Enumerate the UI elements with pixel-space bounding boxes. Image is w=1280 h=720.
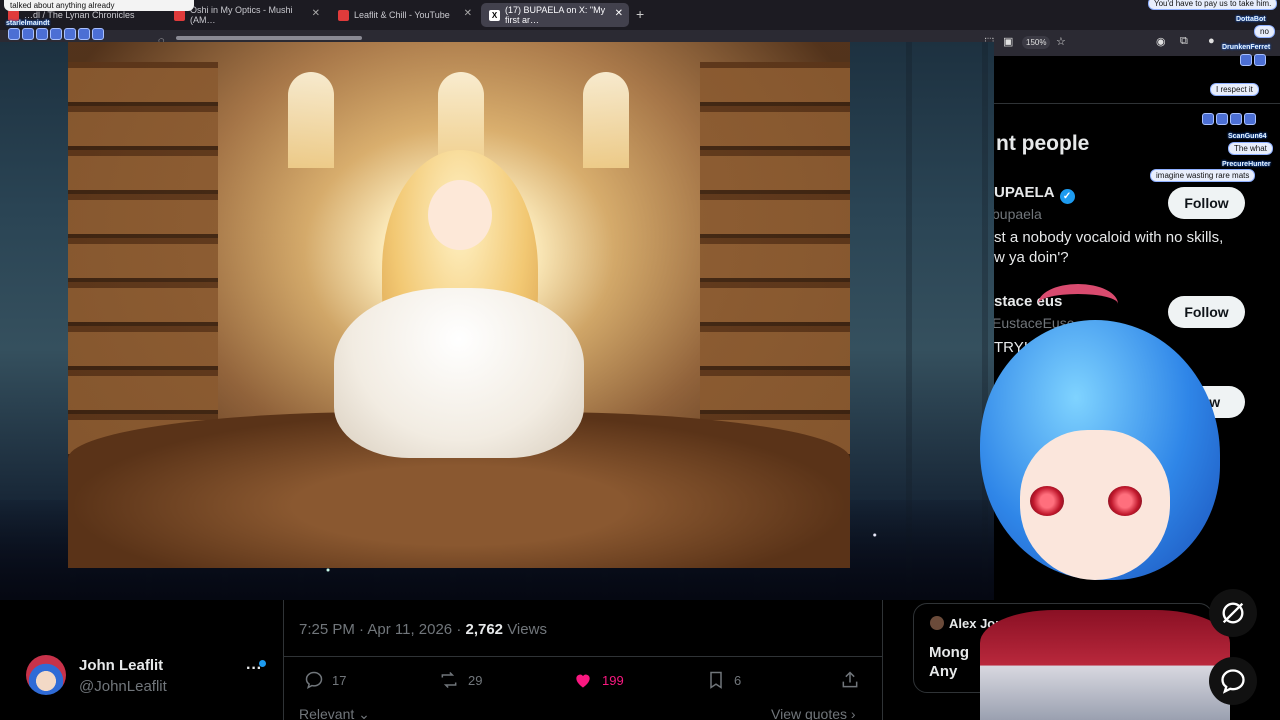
- tab-bupaela-x[interactable]: X (17) BUPAELA on X: "My first ar… ✕: [481, 3, 629, 27]
- chat-emote-row: [1240, 54, 1266, 67]
- vtuber-avatar: [920, 280, 1260, 720]
- address-field[interactable]: [176, 36, 362, 40]
- chat-username: starlelmaindt: [6, 20, 50, 27]
- repost-icon: [441, 671, 457, 689]
- person-bio-bupaela: st a nobody vocaloid with no skills, w y…: [994, 229, 1224, 266]
- overlay-chat-note: talked about anything already: [4, 0, 194, 11]
- emote-icon: [1202, 113, 1214, 125]
- reply-button[interactable]: 17: [304, 670, 346, 690]
- chat-username: ScanGun64: [1228, 133, 1267, 140]
- chat-username: PrecureHunter: [1222, 161, 1271, 168]
- notification-dot: [259, 660, 266, 667]
- chat-bubble-icon: [1221, 669, 1245, 694]
- chat-message: You'd have to pay us to take him.: [1148, 0, 1278, 10]
- view-quotes-link[interactable]: View quotes ›: [771, 706, 856, 720]
- notification-icon[interactable]: ●: [1208, 35, 1215, 47]
- chat-emote-row: [8, 28, 104, 41]
- window-left: [288, 72, 334, 168]
- chevron-right-icon: ›: [850, 706, 856, 720]
- bookmark-icon: [710, 671, 722, 689]
- chat-message: imagine wasting rare mats: [1150, 169, 1256, 182]
- account-switcher[interactable]: John Leaflit @JohnLeaflit ···: [26, 654, 276, 698]
- emote-icon: [1244, 113, 1256, 125]
- grok-icon: [1222, 602, 1244, 624]
- avatar-ahoge: [1038, 284, 1118, 324]
- new-tab-button[interactable]: +: [636, 6, 644, 22]
- chat-emote-row: [1202, 113, 1256, 126]
- repost-button[interactable]: 29: [438, 670, 482, 690]
- person-handle-bupaela[interactable]: bupaela: [992, 206, 1042, 222]
- youtube-favicon-icon: [338, 9, 349, 21]
- avatar: [26, 655, 66, 695]
- avatar-left-eye: [1030, 486, 1064, 516]
- chat-message: no: [1254, 25, 1275, 38]
- tab-label: Oshi in My Optics - Mushi (AM…: [190, 5, 293, 25]
- account-name: John Leaflit: [79, 657, 164, 674]
- account-icon[interactable]: ◉: [1156, 35, 1166, 48]
- bookshelf-right: [700, 62, 850, 482]
- tab-label: …dl / The Lynan Chronicles: [24, 10, 135, 20]
- emote-icon: [1216, 113, 1228, 125]
- x-favicon-icon: X: [489, 9, 500, 21]
- emote-icon: [1254, 54, 1266, 66]
- bookshelf-left: [68, 62, 218, 482]
- character-face: [428, 180, 492, 250]
- tab-leaflit-chill[interactable]: Leaflit & Chill - YouTube ✕: [330, 3, 478, 27]
- column-divider: [283, 600, 284, 720]
- emote-icon: [8, 28, 20, 40]
- row-divider: [994, 103, 1280, 104]
- picture-in-picture-icon[interactable]: ▣: [1003, 35, 1013, 48]
- emote-icon: [1230, 113, 1242, 125]
- reply-icon: [305, 671, 323, 689]
- person-name-bupaela[interactable]: UPAELA ✓: [994, 184, 1075, 204]
- close-tab-icon[interactable]: ✕: [312, 8, 320, 19]
- avatar-right-eye: [1108, 486, 1142, 516]
- row-divider: [284, 656, 882, 657]
- account-handle: @JohnLeaflit: [79, 678, 167, 695]
- verified-badge-icon: ✓: [1059, 189, 1075, 204]
- tweet-timestamp: 7:25 PM · Apr 11, 2026 · 2,762 Views: [299, 621, 547, 638]
- messages-button[interactable]: [1209, 657, 1257, 705]
- emote-icon: [50, 28, 62, 40]
- chat-username: DrunkenFerret: [1222, 44, 1271, 51]
- follow-button-bupaela[interactable]: Follow: [1168, 187, 1245, 219]
- close-tab-icon[interactable]: ✕: [615, 8, 623, 19]
- zoom-level-badge[interactable]: 150%: [1022, 36, 1051, 49]
- heart-icon: [576, 674, 590, 688]
- bookmark-star-icon[interactable]: ☆: [1056, 35, 1066, 48]
- chat-message: I respect it: [1210, 83, 1259, 96]
- share-button[interactable]: [840, 670, 868, 690]
- emote-icon: [1240, 54, 1252, 66]
- chat-message: The what: [1228, 142, 1273, 155]
- relevant-people-heading: nt people: [996, 132, 1090, 155]
- character-dress: [334, 288, 584, 458]
- emote-icon: [64, 28, 76, 40]
- views-count: 2,762: [465, 621, 504, 638]
- tab-label: (17) BUPAELA on X: "My first ar…: [505, 5, 606, 25]
- column-divider: [882, 600, 883, 720]
- emote-icon: [36, 28, 48, 40]
- youtube-favicon-icon: [174, 9, 185, 21]
- bookmark-button[interactable]: 6: [706, 670, 741, 690]
- extensions-icon[interactable]: ⧉: [1180, 35, 1188, 48]
- chat-username: DottaBot: [1236, 16, 1266, 23]
- tweet-artwork-image[interactable]: [68, 42, 850, 568]
- reply-sort-dropdown[interactable]: Relevant ⌄: [299, 706, 370, 720]
- emote-icon: [78, 28, 90, 40]
- chevron-down-icon: ⌄: [358, 706, 370, 720]
- avatar-outfit: [980, 610, 1230, 720]
- youtube-favicon-icon: [8, 9, 19, 21]
- grok-button[interactable]: [1209, 589, 1257, 637]
- tab-label: Leaflit & Chill - YouTube: [354, 10, 450, 20]
- emote-icon: [92, 28, 104, 40]
- close-tab-icon[interactable]: ✕: [464, 8, 472, 19]
- like-button[interactable]: 199: [572, 670, 624, 690]
- emote-icon: [22, 28, 34, 40]
- tweet-actions: 17 29 199 6: [299, 670, 859, 696]
- share-icon: [842, 671, 858, 688]
- window-right: [583, 72, 629, 168]
